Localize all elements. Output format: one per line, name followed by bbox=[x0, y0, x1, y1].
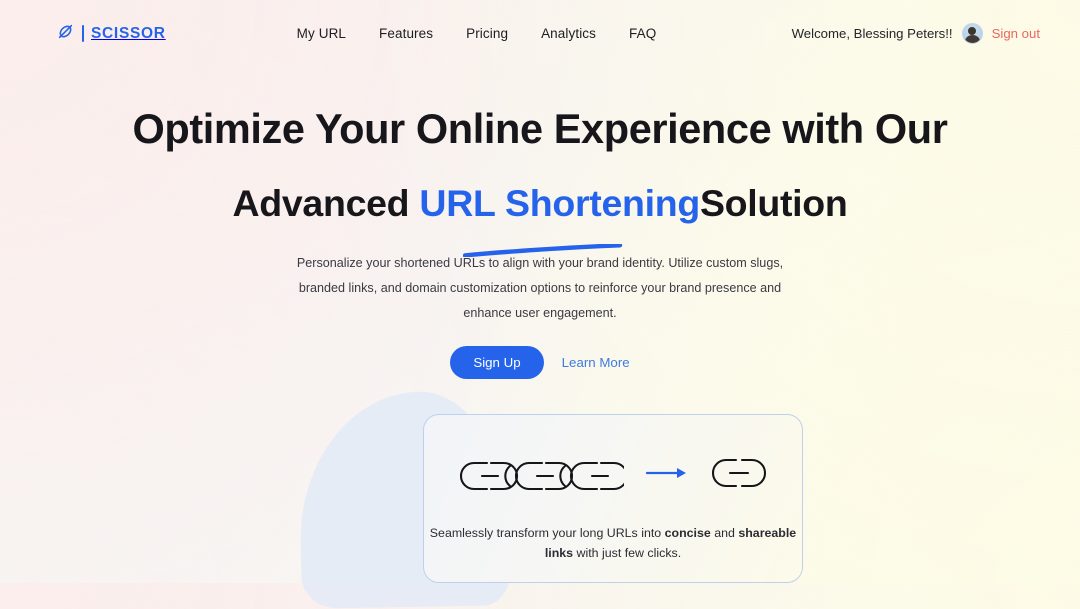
brand-name: SCISSOR bbox=[91, 24, 166, 42]
top-navigation-bar: SCISSOR My URL Features Pricing Analytic… bbox=[0, 0, 1080, 67]
user-avatar[interactable] bbox=[961, 23, 983, 44]
headline-pre: Advanced bbox=[232, 181, 420, 224]
brand-divider bbox=[82, 25, 84, 42]
nav-item-pricing[interactable]: Pricing bbox=[466, 26, 508, 41]
hero-cta-row: Sign Up Learn More bbox=[0, 346, 1080, 380]
page-title: Optimize Your Online Experience with Our bbox=[132, 105, 948, 152]
nav-item-faq[interactable]: FAQ bbox=[629, 26, 656, 41]
sign-out-link[interactable]: Sign out bbox=[992, 26, 1040, 41]
nav-item-analytics[interactable]: Analytics bbox=[541, 26, 596, 41]
caption-bold-concise: concise bbox=[664, 526, 711, 540]
learn-more-link[interactable]: Learn More bbox=[562, 355, 630, 370]
caption-part-1: Seamlessly transform your long URLs into bbox=[429, 526, 665, 540]
welcome-message: Welcome, Blessing Peters!! bbox=[791, 26, 953, 41]
user-zone: Welcome, Blessing Peters!! Sign out bbox=[792, 23, 1040, 44]
headline-post: Solution bbox=[699, 181, 848, 224]
card-caption: Seamlessly transform your long URLs into… bbox=[424, 523, 802, 563]
caption-part-3: with just few clicks. bbox=[573, 546, 682, 561]
arrow-right-icon bbox=[645, 466, 688, 485]
page-subtitle: Advanced URL ShorteningSolution bbox=[0, 181, 1080, 258]
hero-section: Optimize Your Online Experience with Our… bbox=[0, 105, 1080, 380]
nav-item-my-url[interactable]: My URL bbox=[297, 26, 346, 41]
hero-description: Personalize your shortened URLs to align… bbox=[296, 255, 784, 320]
scissor-leaf-icon bbox=[56, 22, 75, 46]
chain-links-long-icon bbox=[458, 458, 624, 494]
promo-card: Seamlessly transform your long URLs into… bbox=[423, 414, 803, 583]
primary-nav: My URL Features Pricing Analytics FAQ bbox=[297, 26, 657, 41]
underline-swoosh-icon bbox=[462, 223, 623, 258]
chain-link-short-icon bbox=[710, 455, 768, 496]
caption-part-2: and bbox=[710, 526, 739, 540]
brand-logo[interactable]: SCISSOR bbox=[56, 22, 166, 46]
nav-item-features[interactable]: Features bbox=[379, 26, 433, 41]
card-visual bbox=[424, 415, 802, 496]
sign-up-button[interactable]: Sign Up bbox=[450, 346, 544, 380]
headline-accent: URL Shortening bbox=[419, 181, 700, 224]
